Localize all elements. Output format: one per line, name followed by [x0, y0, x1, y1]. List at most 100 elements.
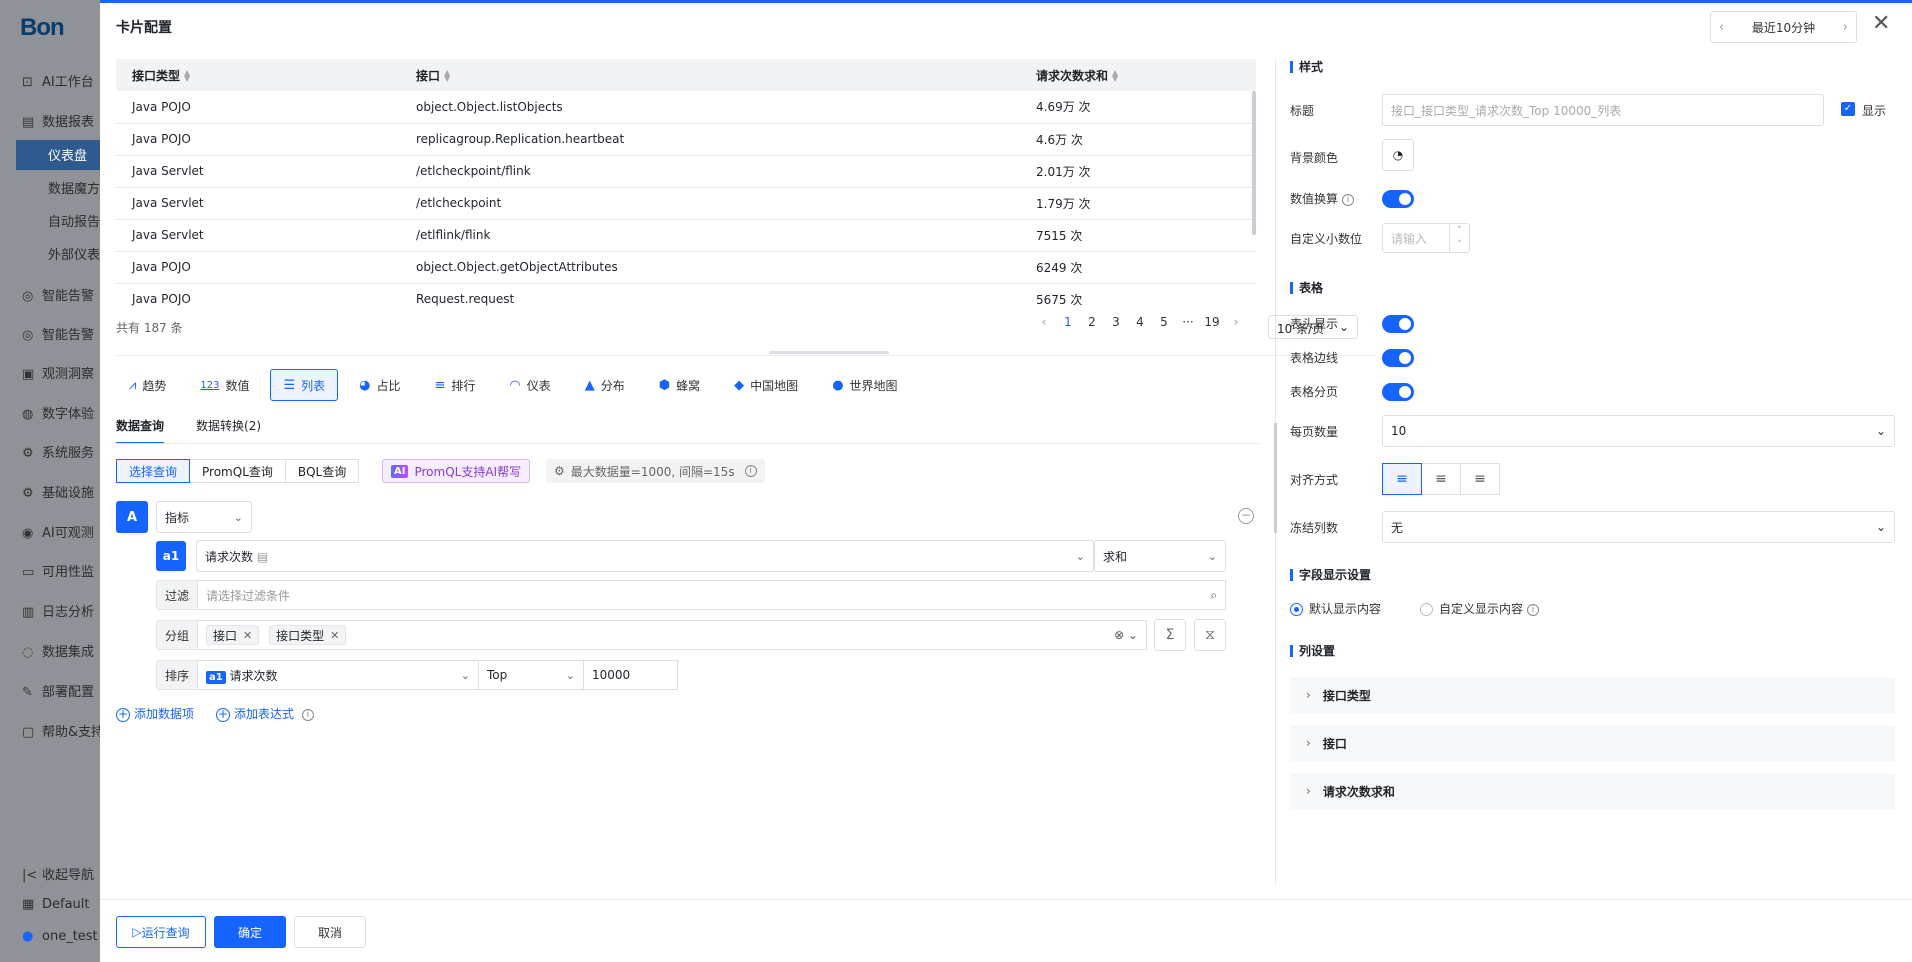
limit-input[interactable]: 10000 [583, 660, 678, 690]
sidebar-item[interactable]: ⊡ AI工作台 [22, 71, 100, 90]
decimal-input[interactable]: 请输入 ˄ ˅ [1382, 223, 1470, 253]
sort-icon[interactable]: ▲ ▼ [1112, 69, 1118, 83]
align-right-icon[interactable]: ≡ [1460, 463, 1500, 495]
ai-write-button[interactable]: AI PromQL支持AI帮写 [382, 459, 531, 483]
sidebar-item[interactable]: ◌ 数据集成 [22, 641, 100, 660]
sidebar-item[interactable]: ◎ 智能告警 [22, 324, 100, 343]
chart-type-distribution[interactable]: ▲ 分布 [572, 369, 638, 401]
sidebar-item[interactable]: ▤ 数据报表 [22, 111, 100, 130]
close-icon[interactable]: ✕ [330, 629, 339, 642]
page-button[interactable]: 5 [1152, 315, 1176, 329]
column-setting-item[interactable]: › 接口 [1290, 725, 1895, 761]
group-tag[interactable]: 接口 ✕ [206, 625, 260, 645]
page-button[interactable]: 19 [1200, 315, 1224, 329]
show-title-checkbox[interactable]: ✓ [1841, 102, 1855, 116]
header-display-toggle[interactable] [1382, 315, 1414, 333]
info-icon[interactable]: i [1342, 193, 1355, 206]
info-icon[interactable]: i [1527, 603, 1540, 616]
group-select[interactable]: 接口 ✕ 接口类型 ✕ ⊗ ⌄ [197, 620, 1147, 650]
page-button[interactable]: 3 [1104, 315, 1128, 329]
metric-alias[interactable]: a1 [156, 541, 186, 571]
resize-handle[interactable] [769, 351, 889, 354]
sidebar-item[interactable]: ◍ 数字体验 [22, 403, 100, 422]
page-button[interactable]: 2 [1080, 315, 1104, 329]
close-icon[interactable]: ✕ [243, 629, 252, 642]
aggregation-select[interactable]: 求和 ⌄ [1094, 540, 1226, 572]
stepper-icon[interactable]: ˄ ˅ [1449, 224, 1469, 252]
column-setting-item[interactable]: › 请求次数求和 [1290, 773, 1895, 809]
sidebar-item[interactable]: ▥ 日志分析 [22, 601, 100, 620]
title-input[interactable]: 接口_接口类型_请求次数_Top 10000_列表 [1382, 94, 1824, 126]
cancel-button[interactable]: 取消 [294, 916, 366, 948]
chart-type-rank[interactable]: ≡ 排行 [422, 369, 489, 401]
info-icon[interactable]: i [301, 708, 314, 721]
column-setting-item[interactable]: › 接口类型 [1290, 677, 1895, 713]
sidebar-item[interactable]: ▭ 可用性监 [22, 561, 100, 580]
value-conversion-toggle[interactable] [1382, 190, 1414, 208]
chart-type-china-map[interactable]: ◆ 中国地图 [721, 369, 811, 401]
sort-icon[interactable]: ▲ ▼ [444, 69, 450, 83]
freeze-select[interactable]: 无 ⌄ [1382, 511, 1895, 543]
chart-type-world-map[interactable]: ● 世界地图 [819, 369, 910, 401]
close-icon[interactable]: ✕ [1872, 13, 1890, 35]
sidebar-item[interactable]: ⚙ 基础设施 [22, 482, 100, 501]
chart-type-honeycomb[interactable]: ⬢ 蜂窝 [646, 369, 713, 401]
sidebar-item[interactable]: ✎ 部署配置 [22, 681, 100, 700]
next-page-icon[interactable]: › [1224, 315, 1248, 329]
palette-icon[interactable]: ◔ [1382, 139, 1414, 171]
prev-page-icon[interactable]: ‹ [1032, 315, 1056, 329]
collapse-nav[interactable]: |< 收起导航 [22, 864, 100, 883]
chart-type-gauge[interactable]: ◠ 仪表 [496, 369, 563, 401]
align-center-icon[interactable]: ≡ [1421, 463, 1461, 495]
user-menu[interactable]: ● one_test [22, 929, 100, 944]
workspace-switcher[interactable]: ▦ Default [22, 897, 100, 912]
query-mode-bql[interactable]: BQL查询 [284, 459, 360, 483]
column-header[interactable]: 接口 ▲ ▼ [400, 59, 1020, 91]
per-page-select[interactable]: 10 ⌄ [1382, 415, 1895, 447]
column-header[interactable]: 接口类型 ▲ ▼ [116, 59, 400, 91]
table-scrollbar[interactable] [1252, 91, 1256, 235]
chart-type-list[interactable]: ☰ 列表 [270, 369, 339, 401]
filter-clear-icon[interactable]: ⧖ [1194, 619, 1226, 651]
sort-field-select[interactable]: a1 请求次数 ⌄ [197, 660, 479, 690]
confirm-button[interactable]: 确定 [214, 916, 286, 948]
chart-type-trend[interactable]: ⩘ 趋势 [116, 369, 179, 401]
query-mode-select[interactable]: 选择查询 [116, 459, 191, 483]
remove-query-icon[interactable]: − [1238, 508, 1254, 524]
clear-icon[interactable]: ⊗ ⌄ [1114, 628, 1138, 642]
metric-type-select[interactable]: 指标 ⌄ [156, 501, 252, 533]
info-icon[interactable]: i [744, 465, 757, 477]
sidebar-item[interactable]: ▣ 观测洞察 [22, 363, 100, 382]
field-custom-radio[interactable]: 自定义显示内容 i [1420, 600, 1540, 617]
page-button[interactable]: 4 [1128, 315, 1152, 329]
search-icon[interactable]: ⌕ [1210, 588, 1217, 603]
tab-data-transform[interactable]: 数据转换(2) [196, 417, 261, 444]
table-border-toggle[interactable] [1382, 349, 1414, 367]
sort-icon[interactable]: ▲ ▼ [184, 69, 190, 83]
field-default-radio[interactable]: 默认显示内容 [1290, 600, 1381, 617]
chart-type-pie[interactable]: ◕ 占比 [346, 369, 413, 401]
time-range-picker[interactable]: ‹ 最近10分钟 › [1710, 11, 1857, 43]
sort-order-select[interactable]: Top ⌄ [478, 660, 584, 690]
metric-select[interactable]: 请求次数 ▤ ⌄ [196, 540, 1094, 572]
add-expression-link[interactable]: + 添加表达式 i [216, 705, 314, 722]
run-query-button[interactable]: ▷ 运行查询 [116, 916, 206, 948]
chevron-right-icon[interactable]: › [1843, 20, 1848, 35]
page-ellipsis[interactable]: ··· [1176, 315, 1200, 329]
align-left-icon[interactable]: ≡ [1382, 463, 1422, 495]
filter-input[interactable]: 请选择过滤条件 ⌕ [197, 580, 1226, 610]
sidebar-item[interactable]: ◎ 智能告警 [22, 285, 100, 304]
group-tag[interactable]: 接口类型 ✕ [269, 625, 347, 645]
sum-icon[interactable]: Σ [1154, 619, 1186, 651]
query-mode-promql[interactable]: PromQL查询 [189, 459, 286, 483]
tab-data-query[interactable]: 数据查询 [116, 417, 165, 444]
sidebar-item[interactable]: ◉ AI可观测 [22, 522, 100, 541]
sidebar-item[interactable]: ⚙ 系统服务 [22, 442, 100, 461]
chevron-left-icon[interactable]: ‹ [1719, 20, 1724, 35]
panel-scrollbar[interactable] [1274, 423, 1277, 533]
add-data-item-link[interactable]: + 添加数据项 [116, 705, 194, 722]
column-header[interactable]: 请求次数求和 ▲ ▼ [1020, 59, 1256, 91]
page-button[interactable]: 1 [1056, 315, 1080, 329]
sidebar-item[interactable]: ▢ 帮助&支持 [22, 721, 100, 740]
query-letter[interactable]: A [116, 501, 148, 533]
